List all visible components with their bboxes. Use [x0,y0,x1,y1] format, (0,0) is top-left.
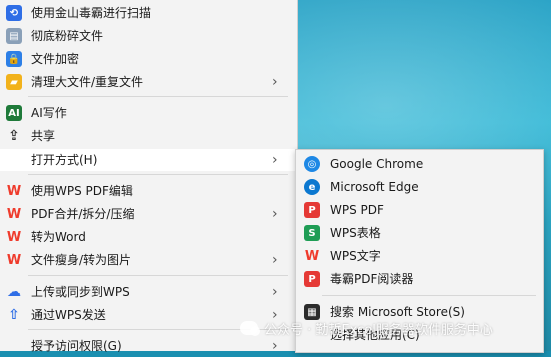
menu-item-upload-sync[interactable]: ☁ 上传或同步到WPS › [0,281,296,303]
chevron-right-icon: › [272,74,278,90]
lock-folder-icon: 🔒 [6,51,22,67]
chrome-icon: ◎ [304,156,320,172]
share-icon: ⇪ [8,128,20,144]
submenu-item-edge[interactable]: e Microsoft Edge [296,176,543,198]
menu-item-label: 文件瘦身/转为图片 [31,253,132,267]
submenu-item-wps-writer[interactable]: W WPS文字 [296,245,543,267]
context-menu: ⟲ 使用金山毒霸进行扫描 ▤ 彻底粉碎文件 🔒 文件加密 ▰ 清理大文件/重复文… [0,0,298,353]
wps-sheet-icon: S [304,225,320,241]
menu-item-label: 共享 [31,129,56,143]
menu-item-clean-large[interactable]: ▰ 清理大文件/重复文件 › [0,71,296,93]
chevron-right-icon: › [272,252,278,268]
menu-item-label: 打开方式(H) [31,153,98,167]
menu-item-convert-word[interactable]: W 转为Word [0,226,296,248]
menu-item-label: 清理大文件/重复文件 [31,75,144,89]
menu-item-encrypt[interactable]: 🔒 文件加密 [0,48,296,70]
menu-item-label: 文件加密 [31,52,80,66]
cloud-upload-icon: ☁ [7,284,21,300]
submenu-item-label: Google Chrome [330,157,424,171]
submenu-item-wps-pdf[interactable]: P WPS PDF [296,199,543,221]
menu-separator [28,174,288,175]
chevron-right-icon: › [272,284,278,300]
menu-item-ai-write[interactable]: AI AI写作 [0,102,296,124]
menu-item-slim[interactable]: W 文件瘦身/转为图片 › [0,249,296,271]
menu-item-share[interactable]: ⇪ 共享 [0,125,296,147]
submenu-item-chrome[interactable]: ◎ Google Chrome [296,153,543,175]
menu-item-label: 彻底粉碎文件 [31,29,104,43]
wps-slim-icon: W [6,252,22,268]
menu-item-grant-access[interactable]: 授予访问权限(G) › [0,335,296,357]
watermark: 公众号 · 勤哲Excel服务器软件服务中心 [240,318,493,338]
menu-separator [28,96,288,97]
shield-scan-icon: ⟲ [6,5,22,21]
printer-shredder-icon: ▤ [6,28,22,44]
menu-item-open-with[interactable]: 打开方式(H) › [0,149,296,171]
submenu-item-duba-pdf[interactable]: P 毒霸PDF阅读器 [296,268,543,290]
menu-item-label: 授予访问权限(G) [31,339,122,353]
chevron-right-icon: › [272,152,278,168]
send-icon: ⇧ [8,307,20,323]
submenu-item-label: WPS PDF [330,203,384,217]
menu-item-shred[interactable]: ▤ 彻底粉碎文件 [0,25,296,47]
menu-item-label: 上传或同步到WPS [31,285,130,299]
wps-pdf-edit-icon: W [6,183,22,199]
edge-icon: e [304,179,320,195]
watermark-text: 公众号 · 勤哲Excel服务器软件服务中心 [264,322,493,338]
submenu-item-wps-sheet[interactable]: S WPS表格 [296,222,543,244]
wps-convert-word-icon: W [6,229,22,245]
menu-item-pdf-merge[interactable]: W PDF合并/拆分/压缩 › [0,203,296,225]
wechat-icon [240,321,260,336]
menu-separator [28,275,288,276]
menu-item-wps-pdf-edit[interactable]: W 使用WPS PDF编辑 [0,180,296,202]
menu-item-label: AI写作 [31,106,67,120]
submenu-item-label: WPS表格 [330,226,381,240]
submenu-item-label: Microsoft Edge [330,180,419,194]
menu-item-label: 通过WPS发送 [31,308,106,322]
wps-pdf-icon: P [304,202,320,218]
submenu-item-label: WPS文字 [330,249,381,263]
ai-write-icon: AI [6,105,22,121]
menu-item-duba-scan[interactable]: ⟲ 使用金山毒霸进行扫描 [0,2,296,24]
menu-item-label: 转为Word [31,230,86,244]
menu-item-label: PDF合并/拆分/压缩 [31,207,135,221]
folder-clean-icon: ▰ [6,74,22,90]
wps-pdf-merge-icon: W [6,206,22,222]
chevron-right-icon: › [272,206,278,222]
wps-writer-icon: W [304,248,320,264]
submenu-separator [322,295,536,296]
submenu-item-label: 毒霸PDF阅读器 [330,272,414,286]
menu-item-label: 使用WPS PDF编辑 [31,184,133,198]
menu-item-label: 使用金山毒霸进行扫描 [31,6,152,20]
duba-pdf-reader-icon: P [304,271,320,287]
